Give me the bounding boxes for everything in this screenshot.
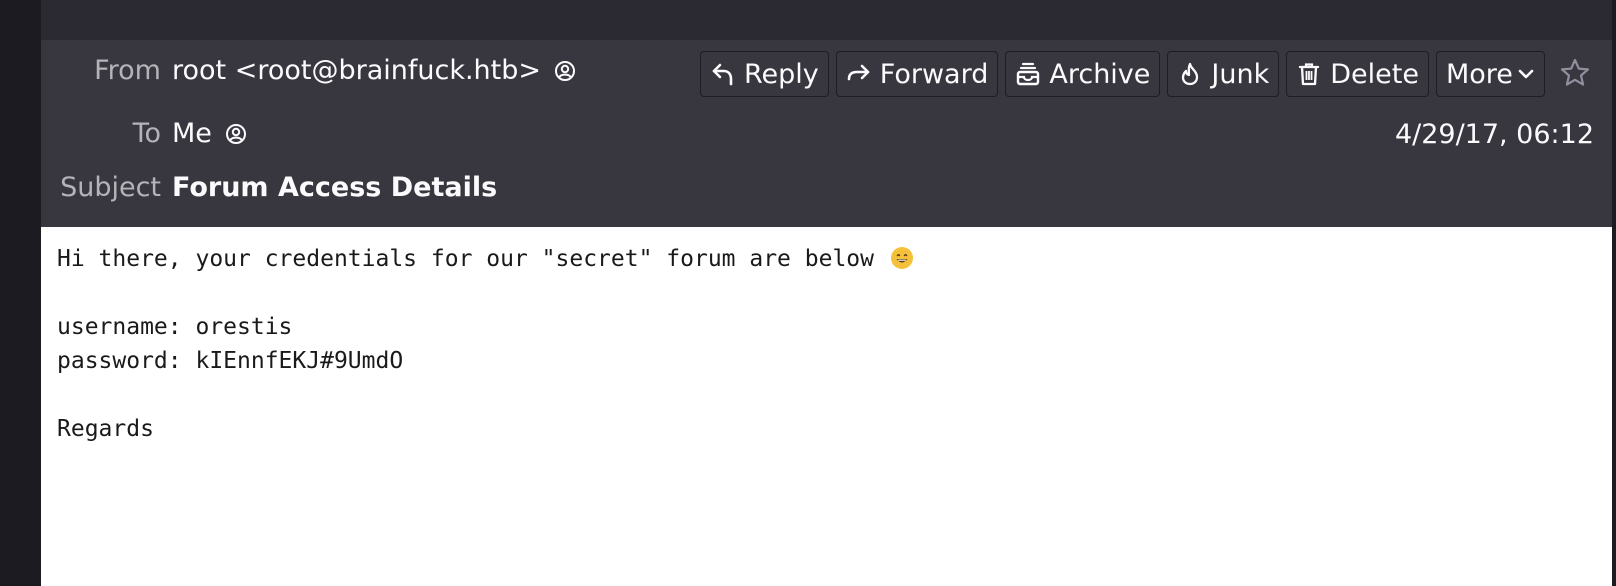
left-frame bbox=[0, 0, 41, 586]
delete-label: Delete bbox=[1330, 58, 1419, 90]
contact-icon[interactable] bbox=[225, 123, 247, 145]
from-address[interactable]: root <root@brainfuck.htb> bbox=[172, 55, 541, 86]
to-label: To bbox=[132, 118, 161, 149]
password-line: password: kIEnnfEKJ#9UmdO bbox=[57, 348, 404, 374]
archive-icon bbox=[1017, 62, 1040, 86]
from-label: From bbox=[94, 55, 161, 86]
reply-icon bbox=[712, 63, 733, 86]
junk-button[interactable]: Junk bbox=[1167, 51, 1280, 97]
reply-button[interactable]: Reply bbox=[700, 51, 829, 97]
more-button[interactable]: More bbox=[1435, 51, 1545, 97]
chevron-down-icon bbox=[1518, 69, 1534, 79]
greeting-text: Hi there, your credentials for our "secr… bbox=[57, 246, 874, 272]
archive-label: Archive bbox=[1049, 58, 1151, 90]
message-toolbar: Reply Forward Archive Junk Delete More bbox=[700, 50, 1545, 98]
contact-icon[interactable] bbox=[554, 60, 576, 82]
message-top-bar bbox=[41, 0, 1612, 40]
star-icon[interactable] bbox=[1558, 56, 1592, 90]
more-label: More bbox=[1445, 58, 1513, 90]
subject-label: Subject bbox=[60, 172, 161, 203]
username-line: username: orestis bbox=[57, 314, 293, 340]
trash-icon bbox=[1299, 63, 1320, 86]
forward-button[interactable]: Forward bbox=[835, 51, 999, 97]
message-text: Hi there, your credentials for our "secr… bbox=[57, 242, 914, 446]
delete-button[interactable]: Delete bbox=[1286, 51, 1429, 97]
message-date: 4/29/17, 06:12 bbox=[1394, 119, 1594, 150]
message-header: From root <root@brainfuck.htb> Reply For… bbox=[41, 40, 1612, 227]
signoff-line: Regards bbox=[57, 416, 154, 442]
junk-label: Junk bbox=[1211, 58, 1270, 90]
archive-button[interactable]: Archive bbox=[1005, 51, 1161, 97]
flame-icon bbox=[1182, 62, 1199, 86]
message-body: Hi there, your credentials for our "secr… bbox=[41, 227, 1612, 586]
grinning-face-icon bbox=[890, 247, 913, 269]
subject-value: Forum Access Details bbox=[172, 172, 498, 203]
from-row: root <root@brainfuck.htb> bbox=[172, 53, 576, 89]
forward-icon bbox=[847, 64, 870, 81]
forward-label: Forward bbox=[879, 58, 989, 90]
reply-label: Reply bbox=[744, 58, 819, 90]
greeting-line: Hi there, your credentials for our "secr… bbox=[57, 242, 914, 276]
right-frame bbox=[1612, 0, 1616, 586]
to-row: Me bbox=[172, 116, 247, 152]
to-recipient[interactable]: Me bbox=[172, 118, 212, 149]
